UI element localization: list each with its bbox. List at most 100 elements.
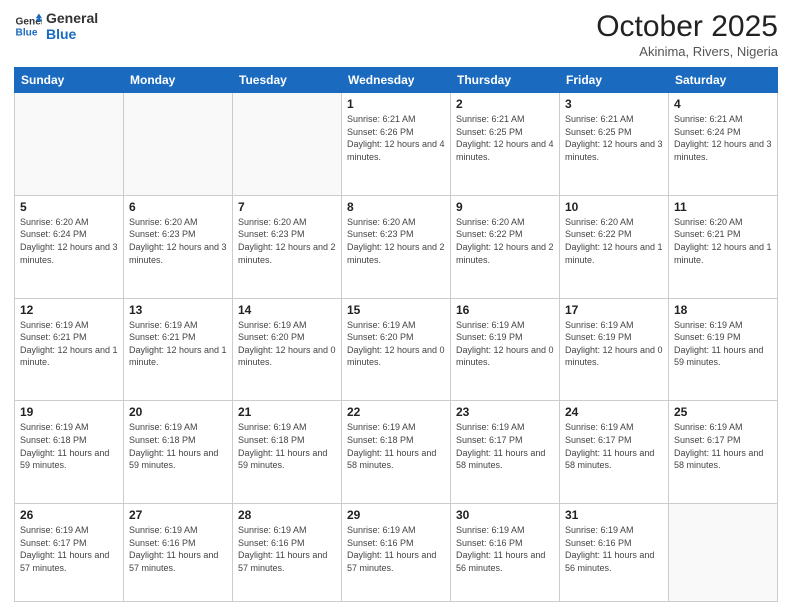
day-number: 3 bbox=[565, 97, 663, 111]
weekday-header-saturday: Saturday bbox=[669, 68, 778, 93]
day-info: Sunrise: 6:19 AMSunset: 6:16 PMDaylight:… bbox=[565, 524, 663, 574]
day-cell: 13 Sunrise: 6:19 AMSunset: 6:21 PMDayligh… bbox=[124, 298, 233, 401]
day-cell bbox=[669, 504, 778, 602]
day-number: 26 bbox=[20, 508, 118, 522]
day-info: Sunrise: 6:19 AMSunset: 6:17 PMDaylight:… bbox=[674, 421, 772, 471]
day-cell: 1 Sunrise: 6:21 AMSunset: 6:26 PMDaylight… bbox=[342, 93, 451, 196]
day-cell: 2 Sunrise: 6:21 AMSunset: 6:25 PMDaylight… bbox=[451, 93, 560, 196]
week-row-1: 1 Sunrise: 6:21 AMSunset: 6:26 PMDaylight… bbox=[15, 93, 778, 196]
logo-line1: General bbox=[46, 10, 98, 26]
week-row-4: 19 Sunrise: 6:19 AMSunset: 6:18 PMDayligh… bbox=[15, 401, 778, 504]
day-info: Sunrise: 6:19 AMSunset: 6:16 PMDaylight:… bbox=[347, 524, 445, 574]
day-info: Sunrise: 6:19 AMSunset: 6:18 PMDaylight:… bbox=[347, 421, 445, 471]
day-cell: 14Sunrise: 6:19 AMSunset: 6:20 PMDayligh… bbox=[233, 298, 342, 401]
day-number: 6 bbox=[129, 200, 227, 214]
day-number: 21 bbox=[238, 405, 336, 419]
weekday-header-sunday: Sunday bbox=[15, 68, 124, 93]
title-block: October 2025 Akinima, Rivers, Nigeria bbox=[596, 10, 778, 59]
day-info: Sunrise: 6:19 AMSunset: 6:21 PMDaylight:… bbox=[129, 319, 227, 369]
day-info: Sunrise: 6:20 AMSunset: 6:23 PMDaylight:… bbox=[347, 216, 445, 266]
day-info: Sunrise: 6:19 AMSunset: 6:19 PMDaylight:… bbox=[456, 319, 554, 369]
day-cell: 23 Sunrise: 6:19 AMSunset: 6:17 PMDayligh… bbox=[451, 401, 560, 504]
day-cell: 11 Sunrise: 6:20 AMSunset: 6:21 PMDayligh… bbox=[669, 195, 778, 298]
day-cell: 31 Sunrise: 6:19 AMSunset: 6:16 PMDayligh… bbox=[560, 504, 669, 602]
day-number: 29 bbox=[347, 508, 445, 522]
day-info: Sunrise: 6:21 AMSunset: 6:26 PMDaylight:… bbox=[347, 113, 445, 163]
day-cell: 4Sunrise: 6:21 AMSunset: 6:24 PMDaylight… bbox=[669, 93, 778, 196]
day-cell: 10Sunrise: 6:20 AMSunset: 6:22 PMDayligh… bbox=[560, 195, 669, 298]
day-info: Sunrise: 6:21 AMSunset: 6:25 PMDaylight:… bbox=[456, 113, 554, 163]
day-info: Sunrise: 6:19 AMSunset: 6:17 PMDaylight:… bbox=[20, 524, 118, 574]
calendar-table: SundayMondayTuesdayWednesdayThursdayFrid… bbox=[14, 67, 778, 602]
day-info: Sunrise: 6:19 AMSunset: 6:17 PMDaylight:… bbox=[565, 421, 663, 471]
weekday-header-friday: Friday bbox=[560, 68, 669, 93]
day-number: 5 bbox=[20, 200, 118, 214]
weekday-header-thursday: Thursday bbox=[451, 68, 560, 93]
day-number: 4 bbox=[674, 97, 772, 111]
day-info: Sunrise: 6:19 AMSunset: 6:18 PMDaylight:… bbox=[238, 421, 336, 471]
day-info: Sunrise: 6:19 AMSunset: 6:20 PMDaylight:… bbox=[238, 319, 336, 369]
week-row-5: 26 Sunrise: 6:19 AMSunset: 6:17 PMDayligh… bbox=[15, 504, 778, 602]
day-cell: 29 Sunrise: 6:19 AMSunset: 6:16 PMDayligh… bbox=[342, 504, 451, 602]
day-number: 28 bbox=[238, 508, 336, 522]
day-info: Sunrise: 6:19 AMSunset: 6:18 PMDaylight:… bbox=[20, 421, 118, 471]
day-cell: 5 Sunrise: 6:20 AMSunset: 6:24 PMDaylight… bbox=[15, 195, 124, 298]
day-info: Sunrise: 6:20 AMSunset: 6:21 PMDaylight:… bbox=[674, 216, 772, 266]
day-info: Sunrise: 6:19 AMSunset: 6:17 PMDaylight:… bbox=[456, 421, 554, 471]
day-cell: 17 Sunrise: 6:19 AMSunset: 6:19 PMDayligh… bbox=[560, 298, 669, 401]
day-cell: 30Sunrise: 6:19 AMSunset: 6:16 PMDayligh… bbox=[451, 504, 560, 602]
day-info: Sunrise: 6:19 AMSunset: 6:16 PMDaylight:… bbox=[238, 524, 336, 574]
day-info: Sunrise: 6:19 AMSunset: 6:19 PMDaylight:… bbox=[674, 319, 772, 369]
day-info: Sunrise: 6:19 AMSunset: 6:18 PMDaylight:… bbox=[129, 421, 227, 471]
day-cell: 20 Sunrise: 6:19 AMSunset: 6:18 PMDayligh… bbox=[124, 401, 233, 504]
day-cell: 26 Sunrise: 6:19 AMSunset: 6:17 PMDayligh… bbox=[15, 504, 124, 602]
page: General Blue General Blue October 2025 A… bbox=[0, 0, 792, 612]
day-number: 17 bbox=[565, 303, 663, 317]
day-number: 11 bbox=[674, 200, 772, 214]
weekday-header-row: SundayMondayTuesdayWednesdayThursdayFrid… bbox=[15, 68, 778, 93]
day-number: 30 bbox=[456, 508, 554, 522]
day-cell: 15Sunrise: 6:19 AMSunset: 6:20 PMDayligh… bbox=[342, 298, 451, 401]
weekday-header-wednesday: Wednesday bbox=[342, 68, 451, 93]
day-number: 7 bbox=[238, 200, 336, 214]
day-number: 13 bbox=[129, 303, 227, 317]
day-info: Sunrise: 6:19 AMSunset: 6:19 PMDaylight:… bbox=[565, 319, 663, 369]
day-info: Sunrise: 6:21 AMSunset: 6:25 PMDaylight:… bbox=[565, 113, 663, 163]
day-number: 16 bbox=[456, 303, 554, 317]
day-info: Sunrise: 6:20 AMSunset: 6:22 PMDaylight:… bbox=[456, 216, 554, 266]
day-cell: 22Sunrise: 6:19 AMSunset: 6:18 PMDayligh… bbox=[342, 401, 451, 504]
day-number: 1 bbox=[347, 97, 445, 111]
day-cell: 24 Sunrise: 6:19 AMSunset: 6:17 PMDayligh… bbox=[560, 401, 669, 504]
day-cell bbox=[233, 93, 342, 196]
day-info: Sunrise: 6:20 AMSunset: 6:24 PMDaylight:… bbox=[20, 216, 118, 266]
location: Akinima, Rivers, Nigeria bbox=[596, 44, 778, 59]
day-number: 31 bbox=[565, 508, 663, 522]
day-info: Sunrise: 6:19 AMSunset: 6:16 PMDaylight:… bbox=[129, 524, 227, 574]
day-info: Sunrise: 6:19 AMSunset: 6:21 PMDaylight:… bbox=[20, 319, 118, 369]
day-cell: 9Sunrise: 6:20 AMSunset: 6:22 PMDaylight… bbox=[451, 195, 560, 298]
logo-icon: General Blue bbox=[14, 12, 42, 40]
day-number: 19 bbox=[20, 405, 118, 419]
day-number: 27 bbox=[129, 508, 227, 522]
header: General Blue General Blue October 2025 A… bbox=[14, 10, 778, 59]
day-number: 15 bbox=[347, 303, 445, 317]
day-number: 24 bbox=[565, 405, 663, 419]
day-cell: 25 Sunrise: 6:19 AMSunset: 6:17 PMDayligh… bbox=[669, 401, 778, 504]
day-cell: 12Sunrise: 6:19 AMSunset: 6:21 PMDayligh… bbox=[15, 298, 124, 401]
day-number: 25 bbox=[674, 405, 772, 419]
day-cell: 27 Sunrise: 6:19 AMSunset: 6:16 PMDayligh… bbox=[124, 504, 233, 602]
day-cell: 7Sunrise: 6:20 AMSunset: 6:23 PMDaylight… bbox=[233, 195, 342, 298]
day-cell: 3 Sunrise: 6:21 AMSunset: 6:25 PMDaylight… bbox=[560, 93, 669, 196]
logo: General Blue General Blue bbox=[14, 10, 98, 42]
day-number: 8 bbox=[347, 200, 445, 214]
day-cell: 6 Sunrise: 6:20 AMSunset: 6:23 PMDaylight… bbox=[124, 195, 233, 298]
day-number: 2 bbox=[456, 97, 554, 111]
day-cell: 28 Sunrise: 6:19 AMSunset: 6:16 PMDayligh… bbox=[233, 504, 342, 602]
day-cell bbox=[15, 93, 124, 196]
day-info: Sunrise: 6:20 AMSunset: 6:23 PMDaylight:… bbox=[129, 216, 227, 266]
week-row-2: 5 Sunrise: 6:20 AMSunset: 6:24 PMDaylight… bbox=[15, 195, 778, 298]
day-number: 23 bbox=[456, 405, 554, 419]
day-number: 20 bbox=[129, 405, 227, 419]
logo-line2: Blue bbox=[46, 26, 98, 42]
day-cell: 18Sunrise: 6:19 AMSunset: 6:19 PMDayligh… bbox=[669, 298, 778, 401]
